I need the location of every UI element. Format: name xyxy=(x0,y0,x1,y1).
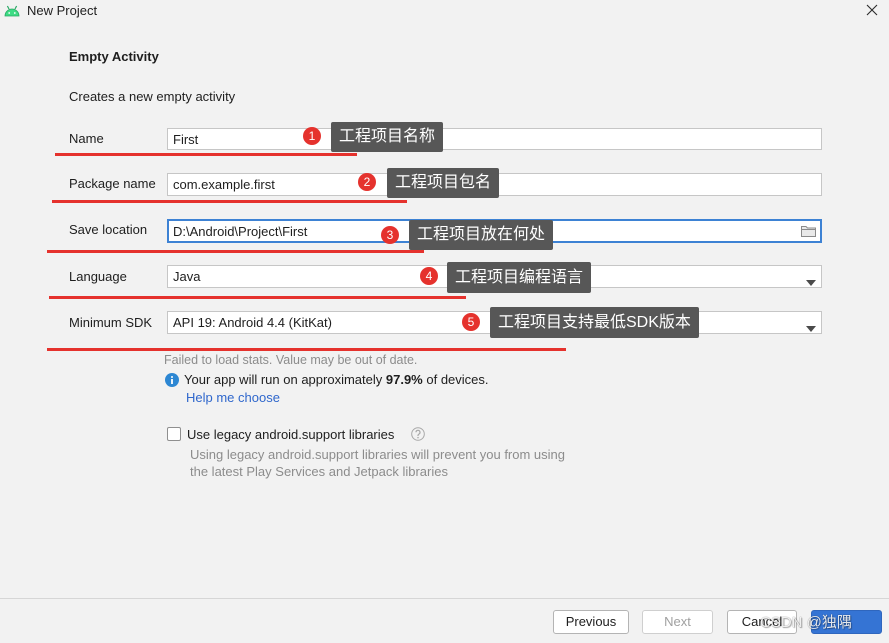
device-coverage-percentage: 97.9% xyxy=(385,372,423,387)
info-icon xyxy=(165,373,179,387)
annotation-underline-name xyxy=(55,153,357,156)
next-button[interactable]: Next xyxy=(642,610,713,634)
previous-button[interactable]: Previous xyxy=(553,610,629,634)
annotation-badge: 2 xyxy=(358,173,376,191)
annotation-underline-package xyxy=(52,200,407,203)
legacy-description-line1: Using legacy android.support libraries w… xyxy=(190,447,566,462)
minimum-sdk-value: API 19: Android 4.4 (KitKat) xyxy=(173,315,332,330)
device-coverage-prefix: Your app will run on approximately xyxy=(184,372,383,387)
package-name-label: Package name xyxy=(69,176,156,191)
annotation-callout: 工程项目包名 xyxy=(387,168,500,198)
legacy-description-line2: the latest Play Services and Jetpack lib… xyxy=(190,464,448,479)
save-location-label: Save location xyxy=(69,222,148,237)
annotation-underline-save-location xyxy=(47,250,424,253)
page-title: Empty Activity xyxy=(69,49,159,64)
page-subtitle: Creates a new empty activity xyxy=(69,89,236,104)
annotation-badge: 3 xyxy=(381,226,399,244)
title-bar: New Project xyxy=(0,0,889,22)
legacy-libraries-checkbox[interactable] xyxy=(167,427,181,441)
annotation-callout: 工程项目编程语言 xyxy=(447,262,592,293)
annotation-badge: 4 xyxy=(420,267,438,285)
watermark: CSDN @独隅 xyxy=(760,614,852,631)
device-coverage-text: Your app will run on approximately 97.9%… xyxy=(184,372,489,388)
annotation-callout: 工程项目支持最低SDK版本 xyxy=(490,307,699,338)
language-value: Java xyxy=(173,269,201,284)
legacy-libraries-label[interactable]: Use legacy android.support libraries xyxy=(187,427,394,443)
annotation-badge: 1 xyxy=(303,127,321,145)
window-title: New Project xyxy=(27,3,98,18)
chevron-down-icon xyxy=(806,320,816,332)
device-coverage-suffix: of devices. xyxy=(426,372,489,387)
stats-warning: Failed to load stats. Value may be out o… xyxy=(164,353,418,367)
language-label: Language xyxy=(69,269,127,284)
annotation-underline-min-sdk xyxy=(47,348,566,351)
annotation-callout: 工程项目名称 xyxy=(331,122,444,152)
minimum-sdk-label: Minimum SDK xyxy=(69,315,153,330)
name-field[interactable] xyxy=(167,128,822,150)
folder-icon[interactable] xyxy=(801,225,816,237)
help-icon[interactable] xyxy=(411,427,425,441)
name-label: Name xyxy=(69,131,104,146)
close-icon[interactable] xyxy=(864,2,880,18)
chevron-down-icon xyxy=(806,274,816,286)
footer-divider xyxy=(0,598,889,599)
android-icon xyxy=(4,3,20,18)
annotation-underline-language xyxy=(49,296,466,299)
annotation-badge: 5 xyxy=(462,313,480,331)
help-me-choose-link[interactable]: Help me choose xyxy=(186,390,280,406)
annotation-callout: 工程项目放在何处 xyxy=(409,220,554,250)
